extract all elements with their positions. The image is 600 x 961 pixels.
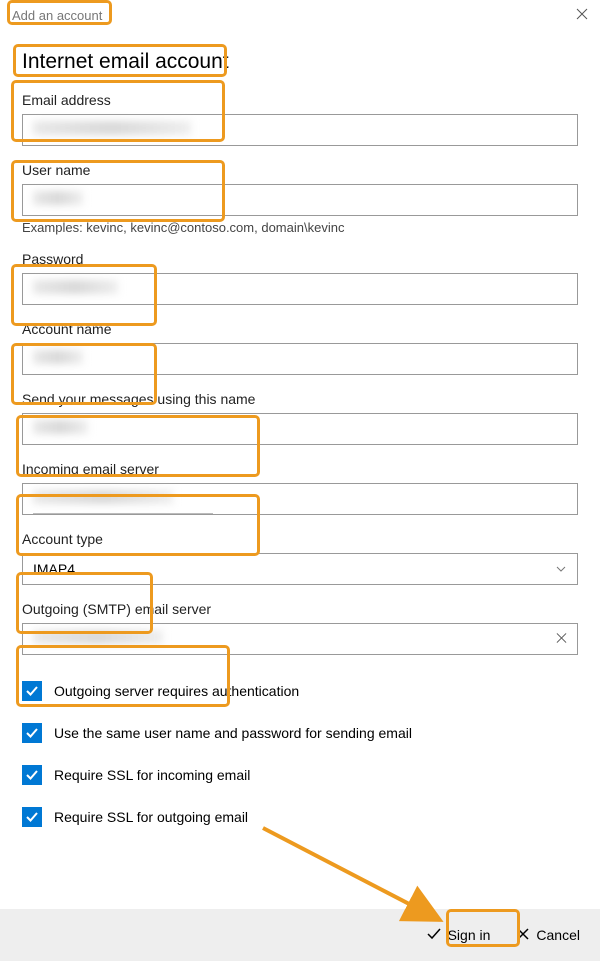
cancel-button[interactable]: Cancel bbox=[506, 921, 590, 950]
outgoing-field[interactable] bbox=[22, 623, 578, 655]
accounttype-label: Account type bbox=[22, 531, 578, 547]
password-field[interactable] bbox=[22, 273, 578, 305]
accounttype-value: IMAP4 bbox=[33, 561, 75, 577]
email-label: Email address bbox=[22, 92, 578, 108]
page-title: Internet email account bbox=[22, 50, 578, 74]
username-field[interactable] bbox=[22, 184, 578, 216]
x-icon bbox=[516, 927, 530, 944]
accountname-label: Account name bbox=[22, 321, 578, 337]
checkbox-outgoing-auth-label: Outgoing server requires authentication bbox=[54, 683, 299, 699]
checkbox-ssl-incoming[interactable] bbox=[22, 765, 42, 785]
sendname-label: Send your messages using this name bbox=[22, 391, 578, 407]
cancel-label: Cancel bbox=[536, 927, 580, 943]
username-label: User name bbox=[22, 162, 578, 178]
incoming-label: Incoming email server bbox=[22, 461, 578, 477]
checkbox-ssl-outgoing[interactable] bbox=[22, 807, 42, 827]
accounttype-select[interactable]: IMAP4 bbox=[22, 553, 578, 585]
signin-button[interactable]: Sign in bbox=[416, 920, 501, 951]
checkbox-ssl-outgoing-label: Require SSL for outgoing email bbox=[54, 809, 248, 825]
signin-label: Sign in bbox=[448, 927, 491, 943]
outgoing-label: Outgoing (SMTP) email server bbox=[22, 601, 578, 617]
accountname-field[interactable] bbox=[22, 343, 578, 375]
check-icon bbox=[426, 926, 442, 945]
clear-icon[interactable] bbox=[556, 632, 567, 647]
chevron-down-icon bbox=[555, 563, 567, 575]
checkbox-outgoing-auth[interactable] bbox=[22, 681, 42, 701]
checkbox-ssl-incoming-label: Require SSL for incoming email bbox=[54, 767, 250, 783]
checkbox-same-creds-label: Use the same user name and password for … bbox=[54, 725, 412, 741]
close-icon[interactable] bbox=[576, 7, 588, 23]
username-help: Examples: kevinc, kevinc@contoso.com, do… bbox=[22, 220, 578, 235]
window-title: Add an account bbox=[12, 8, 102, 23]
incoming-field[interactable] bbox=[22, 483, 578, 515]
email-field[interactable] bbox=[22, 114, 578, 146]
checkbox-same-creds[interactable] bbox=[22, 723, 42, 743]
sendname-field[interactable] bbox=[22, 413, 578, 445]
password-label: Password bbox=[22, 251, 578, 267]
